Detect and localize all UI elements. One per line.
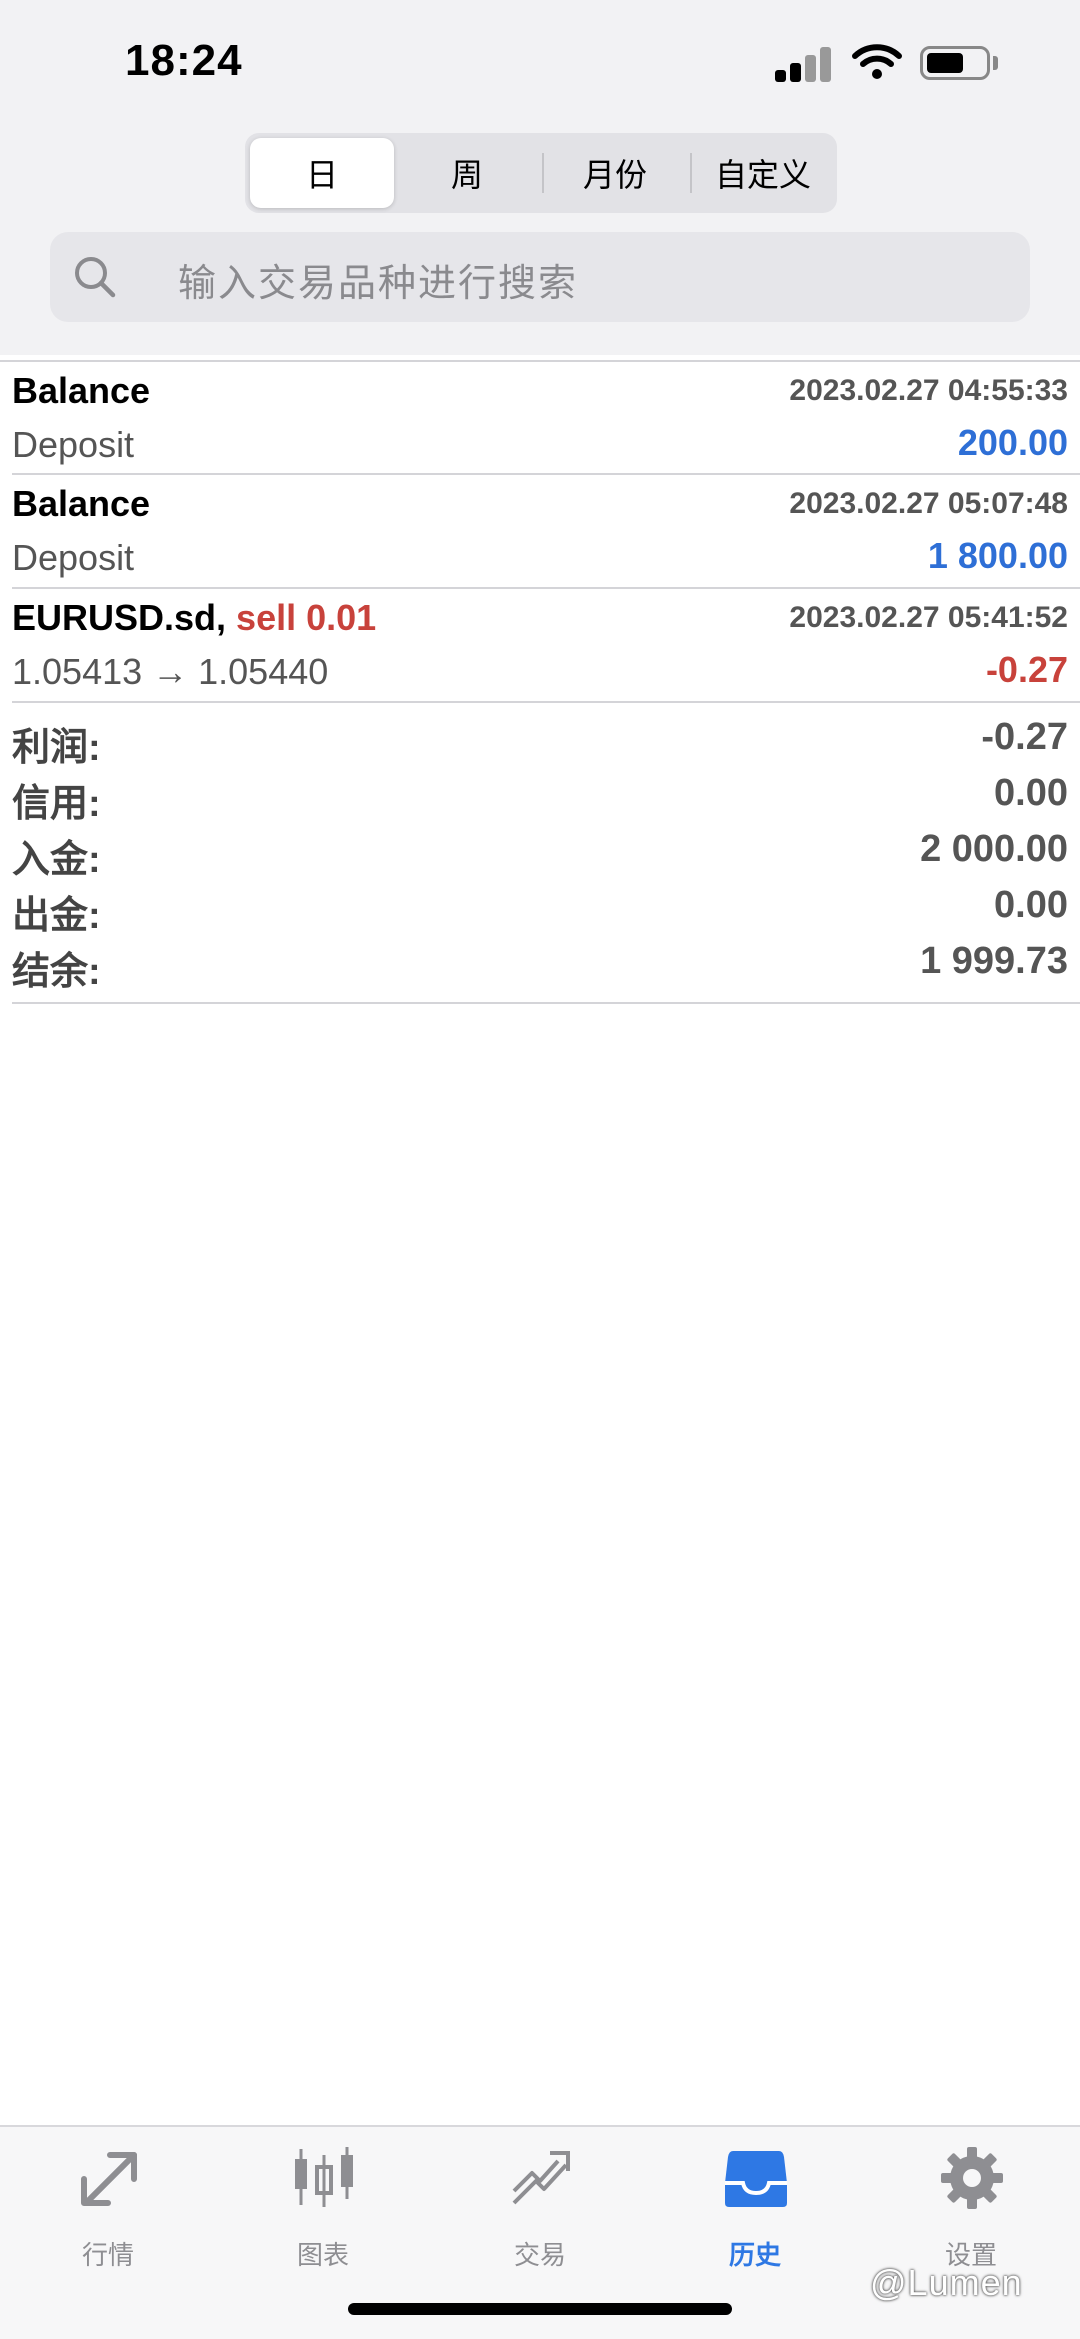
summary-value: -0.27 bbox=[981, 716, 1068, 758]
trade-symbol: EURUSD.sd, bbox=[12, 597, 227, 638]
summary-row-withdrawal: 出金: 0.00 bbox=[0, 882, 1080, 938]
search-icon bbox=[75, 257, 116, 298]
row-title: Balance bbox=[12, 483, 151, 524]
row-title: EURUSD.sd, sell 0.01 bbox=[12, 597, 376, 639]
tab-label: 图表 bbox=[296, 2240, 349, 2270]
summary-row-profit: 利润: -0.27 bbox=[0, 714, 1080, 770]
row-subtitle: 1.05413 → 1.05440 bbox=[12, 651, 329, 692]
summary-value: 2 000.00 bbox=[920, 828, 1068, 870]
divider bbox=[12, 701, 1080, 703]
row-date: 2023.02.27 04:55:33 bbox=[789, 374, 1068, 407]
row-value: 200.00 bbox=[957, 422, 1068, 463]
tab-quotes[interactable]: 行情 bbox=[38, 2145, 178, 2285]
trade-action: sell 0.01 bbox=[236, 597, 377, 638]
divider bbox=[12, 473, 1080, 475]
tab-label: 交易 bbox=[513, 2240, 566, 2270]
row-date: 2023.02.27 05:07:48 bbox=[789, 487, 1068, 520]
row-value: 1 800.00 bbox=[927, 535, 1068, 576]
summary-value: 0.00 bbox=[994, 772, 1068, 814]
home-indicator[interactable] bbox=[348, 2303, 732, 2315]
tab-week[interactable]: 周 bbox=[395, 138, 539, 208]
divider bbox=[0, 360, 1080, 362]
row-subtitle: Deposit bbox=[12, 537, 135, 578]
divider bbox=[12, 1002, 1080, 1004]
tab-trade[interactable]: 交易 bbox=[470, 2145, 610, 2285]
summary-label: 信用: bbox=[12, 783, 101, 825]
history-inbox-icon bbox=[725, 2151, 787, 2207]
history-row[interactable]: Balance 2023.02.27 04:55:33 Deposit 200.… bbox=[0, 364, 1080, 476]
battery-icon bbox=[920, 46, 990, 80]
row-title: Balance bbox=[12, 370, 151, 411]
gear-icon bbox=[941, 2147, 1003, 2209]
search-input[interactable]: 输入交易品种进行搜索 bbox=[50, 232, 1030, 322]
summary-value: 0.00 bbox=[994, 884, 1068, 926]
quotes-arrows-icon bbox=[81, 2152, 137, 2206]
summary-value: 1 999.73 bbox=[920, 940, 1068, 982]
summary-label: 出金: bbox=[12, 895, 101, 937]
cellular-signal-icon bbox=[775, 42, 835, 82]
tab-label: 历史 bbox=[728, 2240, 781, 2270]
summary-row-credit: 信用: 0.00 bbox=[0, 770, 1080, 826]
summary-label: 结余: bbox=[12, 951, 101, 993]
tab-month[interactable]: 月份 bbox=[543, 138, 687, 208]
history-row[interactable]: Balance 2023.02.27 05:07:48 Deposit 1 80… bbox=[0, 477, 1080, 589]
summary-label: 入金: bbox=[12, 839, 101, 881]
tab-charts[interactable]: 图表 bbox=[253, 2145, 393, 2285]
row-value: -0.27 bbox=[985, 649, 1068, 690]
watermark-text: @Lumen bbox=[870, 2262, 1023, 2303]
status-time: 18:24 bbox=[125, 36, 243, 85]
summary-row-balance: 结余: 1 999.73 bbox=[0, 938, 1080, 994]
row-date: 2023.02.27 05:41:52 bbox=[789, 601, 1068, 634]
status-icons bbox=[775, 42, 1005, 82]
divider bbox=[12, 587, 1080, 589]
search-placeholder: 输入交易品种进行搜索 bbox=[178, 263, 579, 305]
row-subtitle: Deposit bbox=[12, 424, 135, 465]
trade-trend-icon bbox=[512, 2151, 570, 2205]
tab-label: 行情 bbox=[81, 2240, 134, 2270]
summary-row-deposit: 入金: 2 000.00 bbox=[0, 826, 1080, 882]
period-segmented-control: 日 周 月份 自定义 bbox=[245, 133, 837, 213]
tab-custom[interactable]: 自定义 bbox=[691, 138, 835, 208]
wifi-icon bbox=[852, 44, 902, 79]
candlestick-chart-icon bbox=[295, 2147, 353, 2207]
summary-label: 利润: bbox=[12, 727, 101, 769]
tab-history[interactable]: 历史 bbox=[685, 2145, 825, 2285]
tab-day[interactable]: 日 bbox=[250, 138, 394, 208]
history-row[interactable]: EURUSD.sd, sell 0.01 2023.02.27 05:41:52… bbox=[0, 591, 1080, 703]
